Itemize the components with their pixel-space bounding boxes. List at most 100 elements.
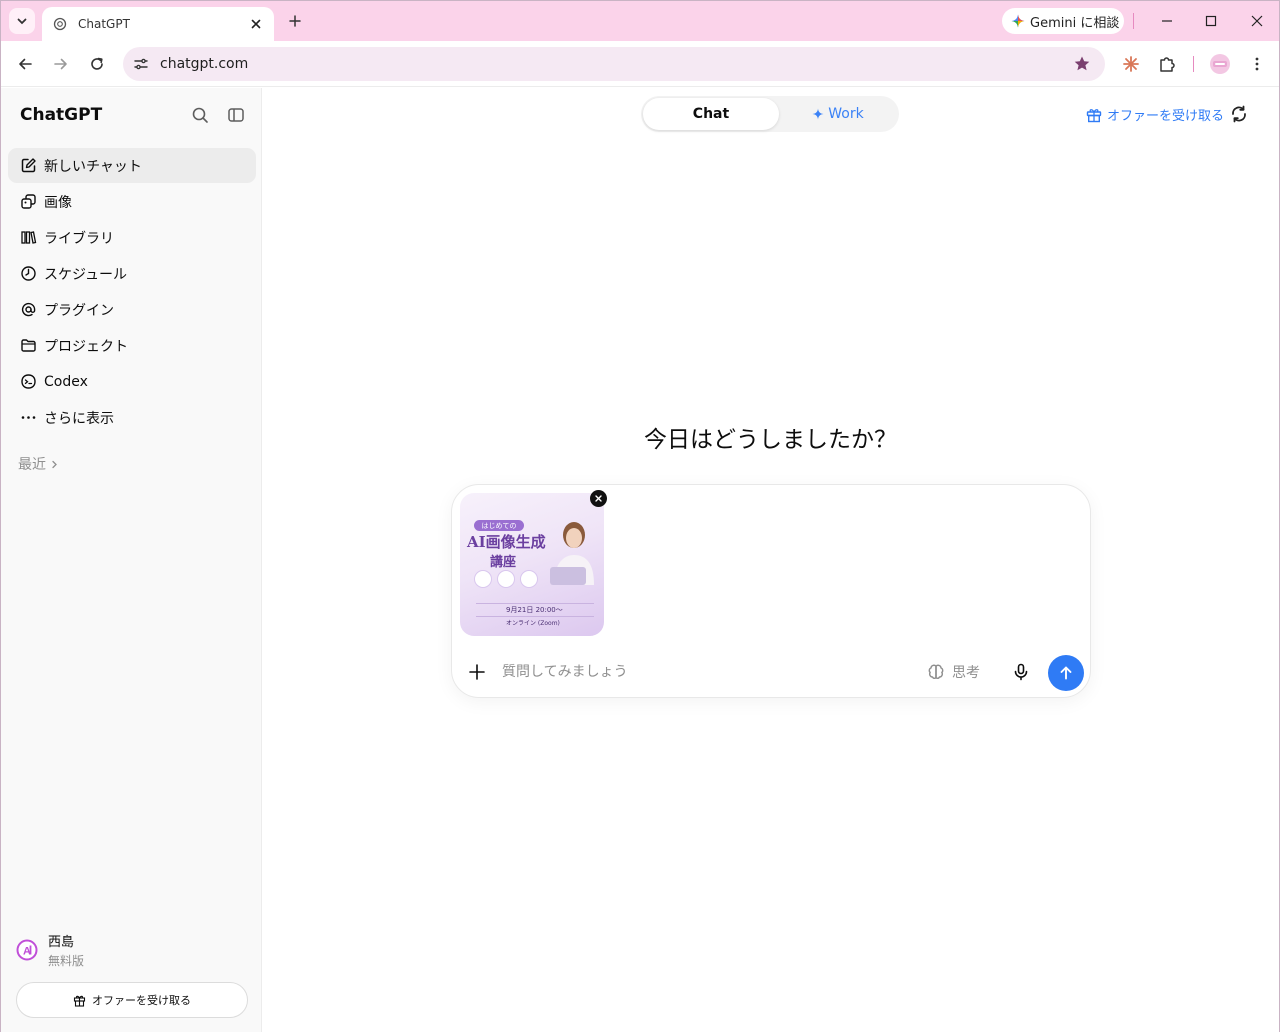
sidebar-item-label: さらに表示 <box>44 410 114 427</box>
bookmark-star-icon[interactable] <box>1073 55 1091 73</box>
thumbnail-place: オンライン (Zoom) <box>476 616 594 627</box>
mode-toggle: Chat Work <box>641 96 899 132</box>
main-panel: Chat Work オファーを受け取る 今日はどうしましたか？ はじめての AI… <box>262 88 1279 1032</box>
sidebar-item-label: プラグイン <box>44 302 114 319</box>
composer: はじめての AI画像生成 講座 9月21日 20:00〜 オンライン (Zoom… <box>451 484 1091 698</box>
prompt-input[interactable] <box>502 657 902 687</box>
mode-chat-button[interactable]: Chat <box>643 98 779 130</box>
url-text: chatgpt.com <box>160 56 249 72</box>
more-horizontal-icon <box>19 409 37 427</box>
plus-icon <box>289 15 301 27</box>
mode-work-button[interactable]: Work <box>779 98 897 130</box>
temporary-chat-button[interactable] <box>1228 103 1250 125</box>
tab-close-button[interactable] <box>248 16 264 32</box>
sidebar-item-images[interactable]: 画像 <box>8 184 256 219</box>
remove-attachment-button[interactable] <box>590 490 607 507</box>
chevron-right-icon <box>52 460 57 468</box>
tab-strip: ChatGPT Gemini に相談 <box>1 1 1279 41</box>
new-tab-button[interactable] <box>284 10 306 32</box>
refresh-circle-icon <box>1232 105 1246 123</box>
user-name: 西島 <box>48 935 75 950</box>
edit-icon <box>19 157 37 175</box>
profile-button[interactable] <box>1208 52 1232 76</box>
sidebar-item-plugins[interactable]: プラグイン <box>8 292 256 327</box>
thumbnail-badge: はじめての <box>474 520 524 531</box>
address-bar[interactable]: chatgpt.com <box>123 47 1105 81</box>
sidebar-item-label: 新しいチャット <box>44 158 142 175</box>
sidebar-item-library[interactable]: ライブラリ <box>8 220 256 255</box>
sidebar-offer-label: オファーを受け取る <box>92 994 191 1007</box>
maximize-button[interactable] <box>1199 9 1223 33</box>
tab-search-button[interactable] <box>9 8 35 34</box>
sidebar-item-new-chat[interactable]: 新しいチャット <box>8 148 256 183</box>
attachment-thumbnail[interactable]: はじめての AI画像生成 講座 9月21日 20:00〜 オンライン (Zoom… <box>460 493 604 636</box>
think-button[interactable]: 思考 <box>927 661 980 683</box>
search-chats-button[interactable] <box>189 104 211 126</box>
minimize-button[interactable] <box>1155 9 1179 33</box>
sidebar-item-codex[interactable]: Codex <box>8 364 256 399</box>
add-attachment-button[interactable] <box>465 660 489 684</box>
extensions-button[interactable] <box>1155 52 1179 76</box>
codex-icon <box>19 373 37 391</box>
arrow-left-icon <box>19 58 32 70</box>
recent-section-toggle[interactable]: 最近 <box>18 454 59 474</box>
greeting-heading: 今日はどうしましたか？ <box>644 427 897 453</box>
browser-menu-button[interactable] <box>1245 52 1269 76</box>
user-plan: 無料版 <box>48 954 85 968</box>
sidebar-menu: 新しいチャット 画像 ライブラリ スケジュール プラグイン プロジェクト Cod… <box>8 148 256 436</box>
back-button[interactable] <box>13 52 37 76</box>
sidebar-item-label: Codex <box>44 373 88 390</box>
thumbnail-title: AI画像生成 <box>467 533 546 551</box>
browser-tab[interactable]: ChatGPT <box>42 7 274 41</box>
tab-title: ChatGPT <box>78 17 130 31</box>
claude-sunburst-icon <box>1123 56 1139 72</box>
close-icon <box>595 495 602 502</box>
user-avatar-icon: A <box>16 939 38 961</box>
browser-toolbar: chatgpt.com <box>1 41 1279 87</box>
sidebar-item-label: スケジュール <box>44 266 128 283</box>
gemini-sparkle-icon <box>1011 14 1025 28</box>
close-icon <box>251 19 261 29</box>
site-info-icon[interactable] <box>132 55 150 73</box>
thumbnail-subtitle: 講座 <box>490 555 517 570</box>
thumbnail-date: 9月21日 20:00〜 <box>476 603 594 614</box>
brain-icon <box>927 663 945 681</box>
user-account-button[interactable]: A 西島 無料版 <box>16 932 84 968</box>
window-close-button[interactable] <box>1245 9 1269 33</box>
gift-icon <box>1086 107 1102 123</box>
profile-avatar-icon <box>1210 54 1230 74</box>
gift-icon <box>73 994 86 1007</box>
gemini-button[interactable]: Gemini に相談 <box>1002 8 1124 34</box>
sidebar: ChatGPT 新しいチャット 画像 ライブラリ スケジュール プラグイン プロ… <box>1 88 262 1032</box>
browser-window: ChatGPT Gemini に相談 chatgpt.com ChatGPT 新… <box>0 0 1280 1032</box>
reload-icon <box>91 57 103 70</box>
microphone-icon <box>1014 663 1028 681</box>
sidebar-title: ChatGPT <box>20 105 103 125</box>
minimize-icon <box>1162 20 1172 22</box>
reload-button[interactable] <box>85 52 109 76</box>
sidebar-item-projects[interactable]: プロジェクト <box>8 328 256 363</box>
sidebar-offer-button[interactable]: オファーを受け取る <box>16 982 248 1018</box>
thumbnail-feature-dots <box>474 570 543 588</box>
think-label: 思考 <box>952 665 980 681</box>
send-button[interactable] <box>1048 655 1084 691</box>
sidebar-item-label: 画像 <box>44 194 72 211</box>
at-icon <box>19 301 37 319</box>
voice-input-button[interactable] <box>1010 661 1032 683</box>
sidebar-item-more[interactable]: さらに表示 <box>8 400 256 435</box>
header-offer-link[interactable]: オファーを受け取る <box>1086 105 1224 124</box>
claude-extension-button[interactable] <box>1119 52 1143 76</box>
close-icon <box>1251 15 1263 27</box>
recent-label: 最近 <box>18 457 46 473</box>
arrow-right-icon <box>54 58 67 70</box>
sidebar-item-schedule[interactable]: スケジュール <box>8 256 256 291</box>
tab-separator <box>1133 13 1134 29</box>
arrow-up-icon <box>1060 666 1072 680</box>
header-offer-label: オファーを受け取る <box>1107 109 1225 124</box>
thumbnail-person-illustration <box>550 522 594 585</box>
sidebar-item-label: ライブラリ <box>44 230 114 247</box>
chatgpt-favicon-icon <box>52 16 68 32</box>
toggle-sidebar-button[interactable] <box>225 104 247 126</box>
forward-button[interactable] <box>49 52 73 76</box>
sidebar-toggle-icon <box>228 108 244 122</box>
